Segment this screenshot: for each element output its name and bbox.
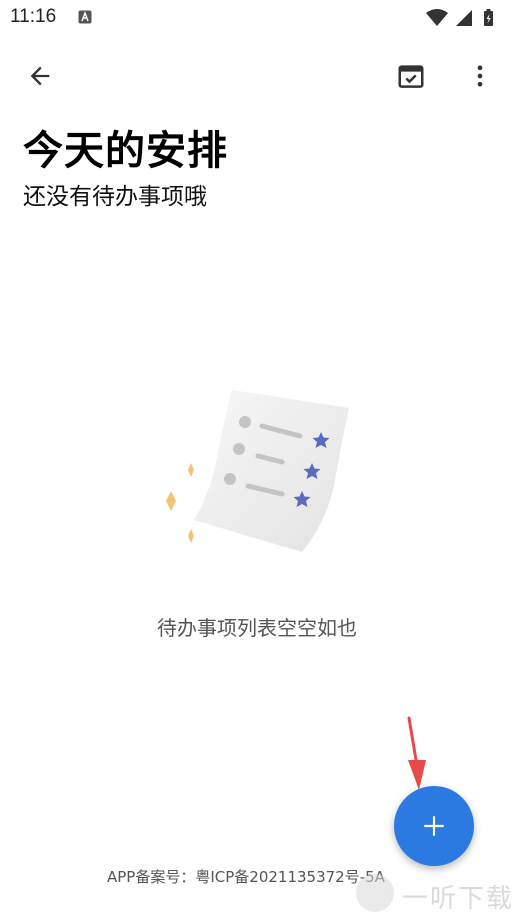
calendar-button[interactable]: [390, 56, 432, 96]
empty-state-message: 待办事项列表空空如也: [157, 616, 357, 640]
page-title: 今天的安排: [23, 128, 228, 174]
calendar-check-icon: [398, 65, 424, 88]
page-subtitle: 还没有待办事项哦: [23, 184, 207, 210]
watermark: 一听下载: [356, 872, 514, 915]
status-time: 11:16: [10, 6, 57, 27]
status-bar: 11:16: [0, 0, 514, 36]
cell-signal-icon: [456, 10, 472, 26]
arrow-left-icon: [30, 66, 50, 86]
sparkle-icon: [166, 491, 176, 511]
paper-sheet: [194, 390, 349, 552]
more-vertical-icon: [477, 65, 483, 87]
add-task-button[interactable]: [394, 786, 474, 866]
sparkle-icon: [188, 529, 194, 543]
font-a-icon: [78, 10, 92, 24]
empty-checklist-illustration: [166, 390, 349, 552]
app-screen: 11:16 今天的安排 还没有待办事项哦 待办事项列表空空如也 APP备案号：粤…: [0, 0, 514, 915]
watermark-logo: [356, 874, 394, 912]
more-options-button[interactable]: [460, 56, 500, 96]
red-arrow-annotation: [407, 716, 426, 790]
status-icons: [426, 9, 493, 26]
battery-charging-icon: [484, 9, 493, 26]
watermark-text: 一听下载: [402, 884, 514, 914]
icp-record: APP备案号：粤ICP备2021135372号-5A: [107, 868, 385, 886]
back-button[interactable]: [20, 56, 60, 96]
toolbar: [0, 48, 514, 100]
sparkle-icon: [188, 463, 194, 477]
wifi-icon: [426, 9, 448, 26]
plus-icon: [424, 816, 444, 836]
